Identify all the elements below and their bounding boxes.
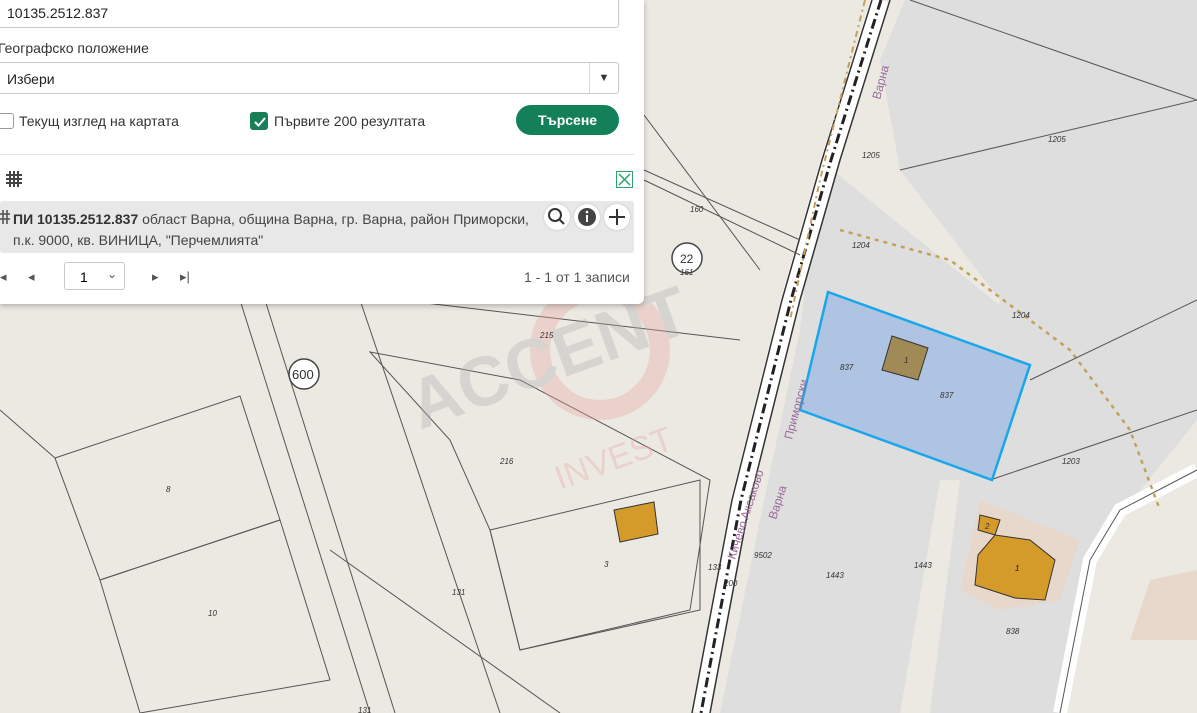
parcel-number-label: 2 [984,522,990,531]
parcel-number-label: 215 [539,331,554,340]
chevron-down-icon: ⌄ [107,267,118,281]
parcel-number-label: 1 [904,356,908,365]
search-button[interactable]: Търсене [516,105,619,135]
dropdown-arrow-icon[interactable]: ▼ [589,63,618,93]
check-icon [254,117,266,127]
page-select[interactable]: 1 ⌄ [64,262,125,290]
parcel-number-label: 160 [690,205,704,214]
parcel-number-label: 837 [940,391,954,400]
divider [0,154,634,155]
parcel-id-input[interactable]: 10135.2512.837 [0,0,619,28]
parcel-number-label: 1443 [914,561,932,570]
info-icon [578,208,596,226]
parcel-number-label: 10 [208,609,217,618]
parcel-number-label: 838 [1006,627,1020,636]
parcel-number-label: 161 [680,268,693,277]
parcel-number-label: 1 [1015,564,1019,573]
search-icon [548,208,565,225]
parcel-number-label: 216 [499,457,514,466]
last-page-icon[interactable]: ▸| [180,269,190,285]
plus-icon [609,209,625,225]
result-row[interactable]: ПИ 10135.2512.837 област Варна, община В… [0,201,634,253]
location-select-value: Избери [7,71,55,87]
parcel-number-label: 22 [680,252,694,266]
parcel-number-label: 1203 [1062,457,1080,466]
parcel-number-label: 1205 [862,151,880,160]
grid-icon [0,210,10,224]
info-button[interactable] [574,204,600,230]
current-view-checkbox[interactable] [0,113,14,129]
next-page-icon[interactable]: ▸ [152,269,159,285]
add-button[interactable] [604,204,630,230]
parcel-number-label: 1205 [1048,135,1066,144]
expand-icon[interactable] [616,171,633,188]
first200-checkbox[interactable] [250,112,268,130]
parcel-number-label: 1204 [1012,311,1030,320]
grid-icon[interactable] [5,170,23,188]
parcel-number-label: 8 [166,485,171,494]
location-label: Географско положение [0,40,149,56]
records-summary: 1 - 1 от 1 записи [524,269,630,285]
first-page-icon[interactable]: ◂ [0,269,7,285]
parcel-number-label: 200 [723,579,738,588]
parcel-number-label: 837 [840,363,854,372]
prev-page-icon[interactable]: ◂ [28,269,35,285]
parcel-number-label: 600 [292,367,314,382]
parcel-number-label: 131 [452,588,465,597]
zoom-to-button[interactable] [544,204,570,230]
result-title: ПИ 10135.2512.837 [13,211,139,227]
parcel-number-label: 133 [708,563,722,572]
first200-label: Първите 200 резултата [274,113,426,129]
search-panel: 10135.2512.837 Географско положение Избе… [0,0,644,304]
parcel-number-label: 9502 [754,551,772,560]
location-select[interactable]: Избери ▼ [0,62,619,94]
result-text: ПИ 10135.2512.837 област Варна, община В… [13,209,533,251]
current-view-label: Текущ изглед на картата [19,113,179,129]
parcel-number-label: 3 [604,560,609,569]
parcel-number-label: 1443 [826,571,844,580]
page-select-value: 1 [80,269,88,285]
parcel-number-label: 1204 [852,241,870,250]
parcel-number-label: 131 [358,706,371,713]
